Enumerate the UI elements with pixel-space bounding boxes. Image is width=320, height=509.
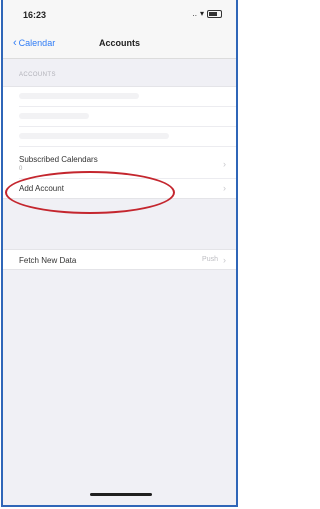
account-row[interactable] — [19, 107, 236, 127]
account-placeholder — [19, 133, 169, 139]
account-row[interactable] — [19, 87, 236, 107]
status-time: 16:23 — [23, 10, 47, 20]
subscribed-calendars-count: 0 — [19, 166, 23, 172]
fetch-group: Fetch New Data Push › — [3, 249, 236, 270]
account-placeholder — [19, 93, 139, 99]
wifi-icon: ▾ — [199, 9, 204, 18]
accounts-list: Subscribed Calendars 0 › Add Account › — [3, 86, 236, 199]
status-icons: .. ▾ — [193, 9, 222, 18]
fetch-new-data-label: Fetch New Data — [19, 256, 77, 265]
chevron-right-icon: › — [223, 159, 226, 169]
status-bar: 16:23 .. ▾ — [3, 0, 236, 28]
subscribed-calendars-row[interactable]: Subscribed Calendars 0 › — [19, 147, 236, 179]
battery-icon — [207, 9, 222, 18]
account-row[interactable] — [19, 127, 236, 147]
fetch-new-data-value: Push — [202, 256, 218, 263]
fetch-new-data-row[interactable]: Fetch New Data Push › — [19, 250, 236, 269]
chevron-right-icon: › — [223, 183, 226, 193]
accounts-section-header: ACCOUNTS — [19, 72, 56, 78]
subscribed-calendars-label: Subscribed Calendars — [19, 155, 98, 164]
phone-screen: 16:23 .. ▾ ‹ Calendar Accounts ACCOUNTS … — [1, 0, 238, 507]
account-placeholder — [19, 113, 89, 119]
signal-icon: .. — [192, 9, 197, 18]
chevron-right-icon: › — [223, 255, 226, 265]
page-title: Accounts — [98, 38, 140, 48]
add-account-label: Add Account — [19, 184, 64, 193]
home-indicator[interactable] — [90, 493, 152, 496]
add-account-row[interactable]: Add Account › — [19, 179, 236, 198]
navigation-bar: ‹ Calendar Accounts — [3, 28, 236, 59]
